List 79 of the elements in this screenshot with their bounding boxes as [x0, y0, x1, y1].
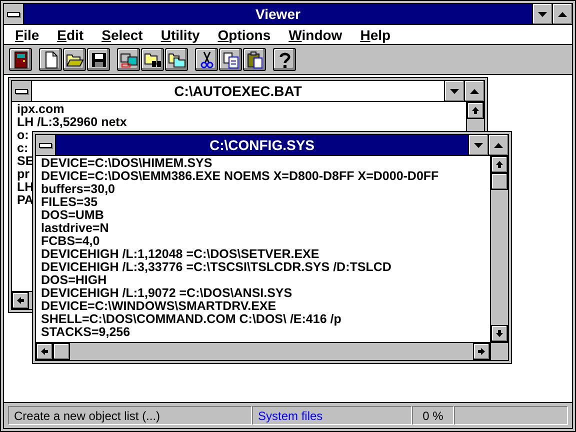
text-line: DEVICE=C:\WINDOWS\SMARTDRV.EXE [41, 300, 276, 313]
text-line: STACKS=9,256 [41, 326, 130, 339]
text-line: DEVICEHIGH /L:1,9072 =C:\DOS\ANSI.SYS [41, 287, 292, 300]
text-line: pr [17, 168, 30, 181]
menu-item[interactable]: Window [280, 26, 352, 42]
menu-item[interactable]: Edit [48, 26, 93, 42]
arrow-icon [16, 296, 25, 305]
menu-item[interactable]: Utility [152, 26, 209, 42]
menu-item[interactable]: File [6, 26, 48, 42]
caret-icon [494, 142, 503, 148]
maximize-button[interactable] [488, 135, 508, 155]
text-line: o: [17, 129, 29, 142]
window-title: C:\AUTOEXEC.BAT [173, 82, 303, 101]
toolbar-button[interactable] [243, 48, 266, 71]
system-menu-button[interactable] [36, 135, 56, 155]
scroll-up-button[interactable] [467, 102, 484, 119]
text-line: ipx.com [17, 103, 64, 116]
text-line: c: [17, 142, 28, 155]
clipboard-icon [246, 50, 264, 68]
caret-icon [470, 88, 479, 94]
text-line: lastdrive=N [41, 222, 109, 235]
text-line: SHELL=C:\DOS\COMMAND.COM C:\DOS\ /E:416 /p [41, 313, 342, 326]
text-line: buffers=30,0 [41, 183, 115, 196]
text-line: DOS=UMB [41, 209, 104, 222]
text-line: DEVICEHIGH /L:3,33776 =C:\TSCSI\TSLCDR.SYS /D:TSLCD [41, 261, 392, 274]
toolbar-button[interactable] [63, 48, 86, 71]
toolbar-button[interactable] [273, 48, 296, 71]
menu-item[interactable]: Options [208, 26, 280, 42]
system-menu-button[interactable] [12, 81, 32, 101]
menu-item[interactable]: Select [92, 26, 152, 42]
toolbar-button[interactable] [9, 48, 32, 71]
status-text: Create a new object list (...) [8, 406, 252, 425]
toolbar-button[interactable] [195, 48, 218, 71]
arrow-icon [495, 160, 504, 169]
minimize-button[interactable] [532, 4, 552, 24]
toolbar-button[interactable] [165, 48, 188, 71]
scroll-down-button[interactable] [491, 325, 508, 342]
arrow-icon [471, 106, 480, 115]
status-text: 0 % [412, 406, 454, 425]
caret-icon [474, 142, 483, 148]
window-title: C:\CONFIG.SYS [208, 136, 316, 155]
monitors-icon [120, 50, 138, 68]
maximize-button[interactable] [552, 4, 572, 24]
caret-icon [558, 12, 567, 16]
scroll-thumb[interactable] [491, 173, 508, 190]
minimize-button[interactable] [468, 135, 488, 155]
text-line: DEVICE=C:\DOS\HIMEM.SYS [41, 157, 212, 170]
toolbar-button[interactable] [117, 48, 140, 71]
text-line: DEVICEHIGH /L:1,12048 =C:\DOS\SETVER.EXE [41, 248, 320, 261]
text-line: LH /L:3,52960 netx [17, 116, 127, 129]
text-line: SE [17, 155, 34, 168]
arrow-icon [40, 347, 49, 356]
text-line: DOS=HIGH [41, 274, 107, 287]
scroll-up-button[interactable] [491, 156, 508, 173]
horizontal-scrollbar[interactable] [36, 342, 508, 360]
scroll-left-button[interactable] [12, 292, 29, 309]
toolbar-button[interactable] [39, 48, 62, 71]
text-line: DEVICE=C:\DOS\EMM386.EXE NOEMS X=D800-D8FF X=D000-D0FF [41, 170, 439, 183]
toolbar-button[interactable] [219, 48, 242, 71]
menu-item[interactable]: Help [351, 26, 400, 42]
door-icon [12, 50, 30, 68]
maximize-button[interactable] [464, 81, 484, 101]
vertical-scrollbar[interactable] [490, 156, 508, 342]
toolbar-button[interactable] [87, 48, 110, 71]
copy-icon [222, 50, 240, 68]
text-line: FCBS=4,0 [41, 235, 100, 248]
scroll-thumb[interactable] [53, 343, 70, 360]
app-title: Viewer [254, 5, 302, 24]
caret-icon [538, 12, 547, 16]
status-text: System files [252, 406, 412, 425]
caret-icon [450, 88, 459, 94]
text-line: PA [17, 194, 34, 207]
toolbar-button[interactable] [141, 48, 164, 71]
system-menu-button[interactable] [4, 4, 24, 24]
folders-icon [168, 50, 186, 68]
scroll-right-button[interactable] [473, 343, 490, 360]
scroll-left-button[interactable] [36, 343, 53, 360]
minimize-button[interactable] [444, 81, 464, 101]
text-line: FILES=35 [41, 196, 98, 209]
